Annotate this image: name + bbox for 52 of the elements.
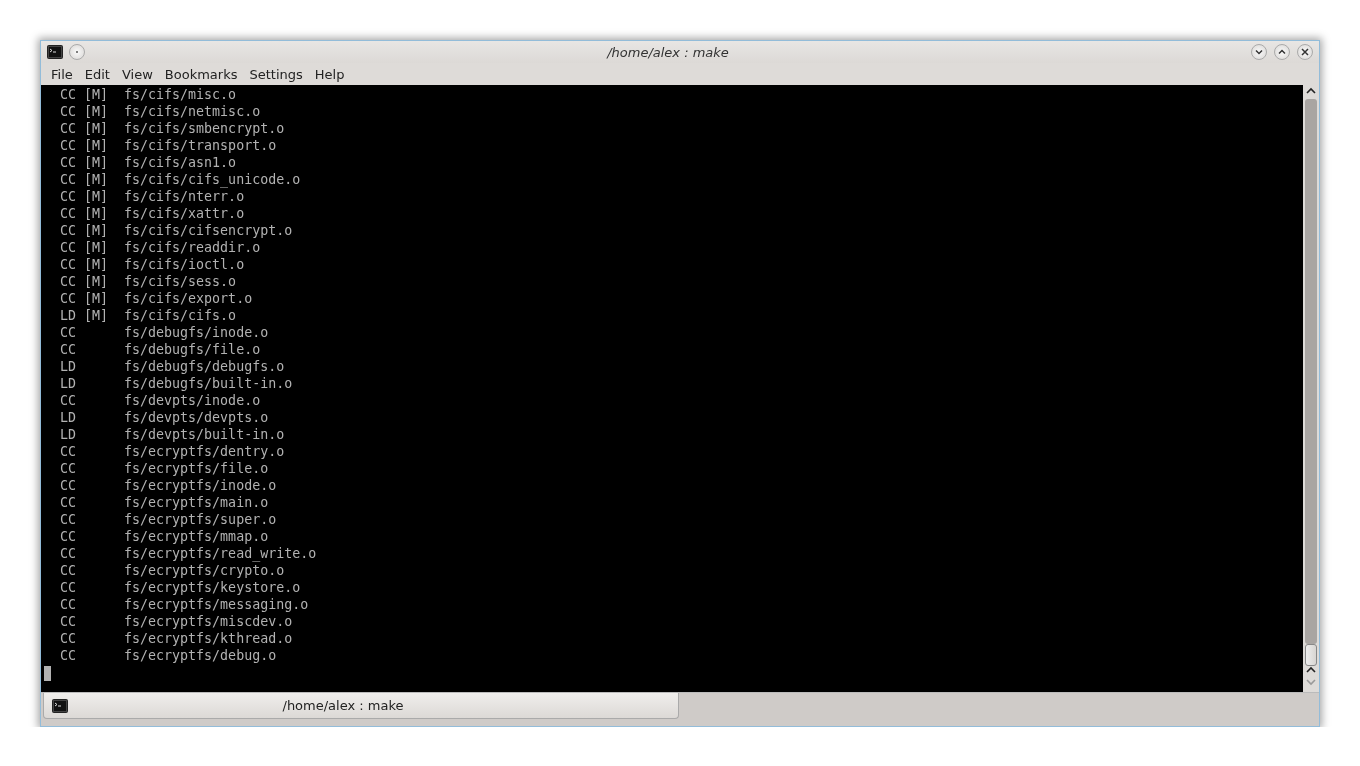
terminal-line: CC [M] fs/cifs/export.o [59,290,253,307]
terminal-line: CC fs/debugfs/file.o [59,341,261,358]
terminal-tab[interactable]: /home/alex : make [43,693,679,719]
terminal-line: CC fs/ecryptfs/kthread.o [59,630,293,647]
terminal-line: CC fs/ecryptfs/messaging.o [59,596,309,613]
terminal-line: CC fs/ecryptfs/crypto.o [59,562,285,579]
terminal-line: CC fs/ecryptfs/read_write.o [59,545,317,562]
terminal-icon [47,45,63,59]
terminal-line: CC [M] fs/cifs/netmisc.o [59,103,261,120]
terminal-icon [52,698,68,713]
terminal-line: CC fs/ecryptfs/miscdev.o [59,613,293,630]
terminal-line: CC [M] fs/cifs/asn1.o [59,154,237,171]
terminal-line: CC fs/debugfs/inode.o [59,324,269,341]
terminal-line: LD fs/devpts/devpts.o [59,409,269,426]
window-title: /home/alex : make [605,44,730,60]
chevron-up-icon [1277,47,1287,57]
terminal-line: CC [M] fs/cifs/smbencrypt.o [59,120,285,137]
minimize-button[interactable] [1251,44,1267,60]
terminal-line: LD fs/devpts/built-in.o [59,426,285,443]
menu-item[interactable]: Help [308,66,351,82]
menu-item[interactable]: Edit [78,66,116,82]
terminal-line: CC fs/ecryptfs/keystore.o [59,579,301,596]
terminal-line: CC fs/ecryptfs/mmap.o [59,528,269,545]
maximize-button[interactable] [1274,44,1290,60]
terminal-line: CC [M] fs/cifs/cifs_unicode.o [59,171,301,188]
terminal-line: CC [M] fs/cifs/nterr.o [59,188,245,205]
menu-item[interactable]: View [115,66,159,82]
terminal-line: CC fs/ecryptfs/debug.o [59,647,277,664]
terminal-line: LD fs/debugfs/debugfs.o [59,358,285,375]
terminal-line: CC [M] fs/cifs/misc.o [59,86,237,103]
terminal-line: CC [M] fs/cifs/ioctl.o [59,256,245,273]
terminal-line: CC fs/ecryptfs/super.o [59,511,277,528]
terminal-line: CC fs/ecryptfs/main.o [59,494,269,511]
terminal-line: LD fs/debugfs/built-in.o [59,375,293,392]
terminal-line: CC fs/devpts/inode.o [59,392,261,409]
menu-item[interactable]: File [45,66,79,82]
terminal-line: CC [M] fs/cifs/transport.o [59,137,277,154]
terminal-line: CC [M] fs/cifs/cifsencrypt.o [59,222,293,239]
menu-item[interactable]: Settings [243,66,309,82]
terminal-line: CC [M] fs/cifs/sess.o [59,273,237,290]
terminal-line: CC fs/ecryptfs/inode.o [59,477,277,494]
scrollbar-thumb[interactable] [1305,644,1317,666]
terminal-line: CC fs/ecryptfs/dentry.o [59,443,285,460]
terminal-line: LD [M] fs/cifs/cifs.o [59,307,237,324]
cursor [44,666,51,681]
terminal-line: CC fs/ecryptfs/file.o [59,460,269,477]
terminal-line: CC [M] fs/cifs/xattr.o [59,205,245,222]
close-button[interactable] [1297,44,1313,60]
close-icon [1300,47,1310,57]
menu-item[interactable]: Bookmarks [158,66,244,82]
terminal-line: CC [M] fs/cifs/readdir.o [59,239,261,256]
chevron-down-icon [1254,47,1264,57]
